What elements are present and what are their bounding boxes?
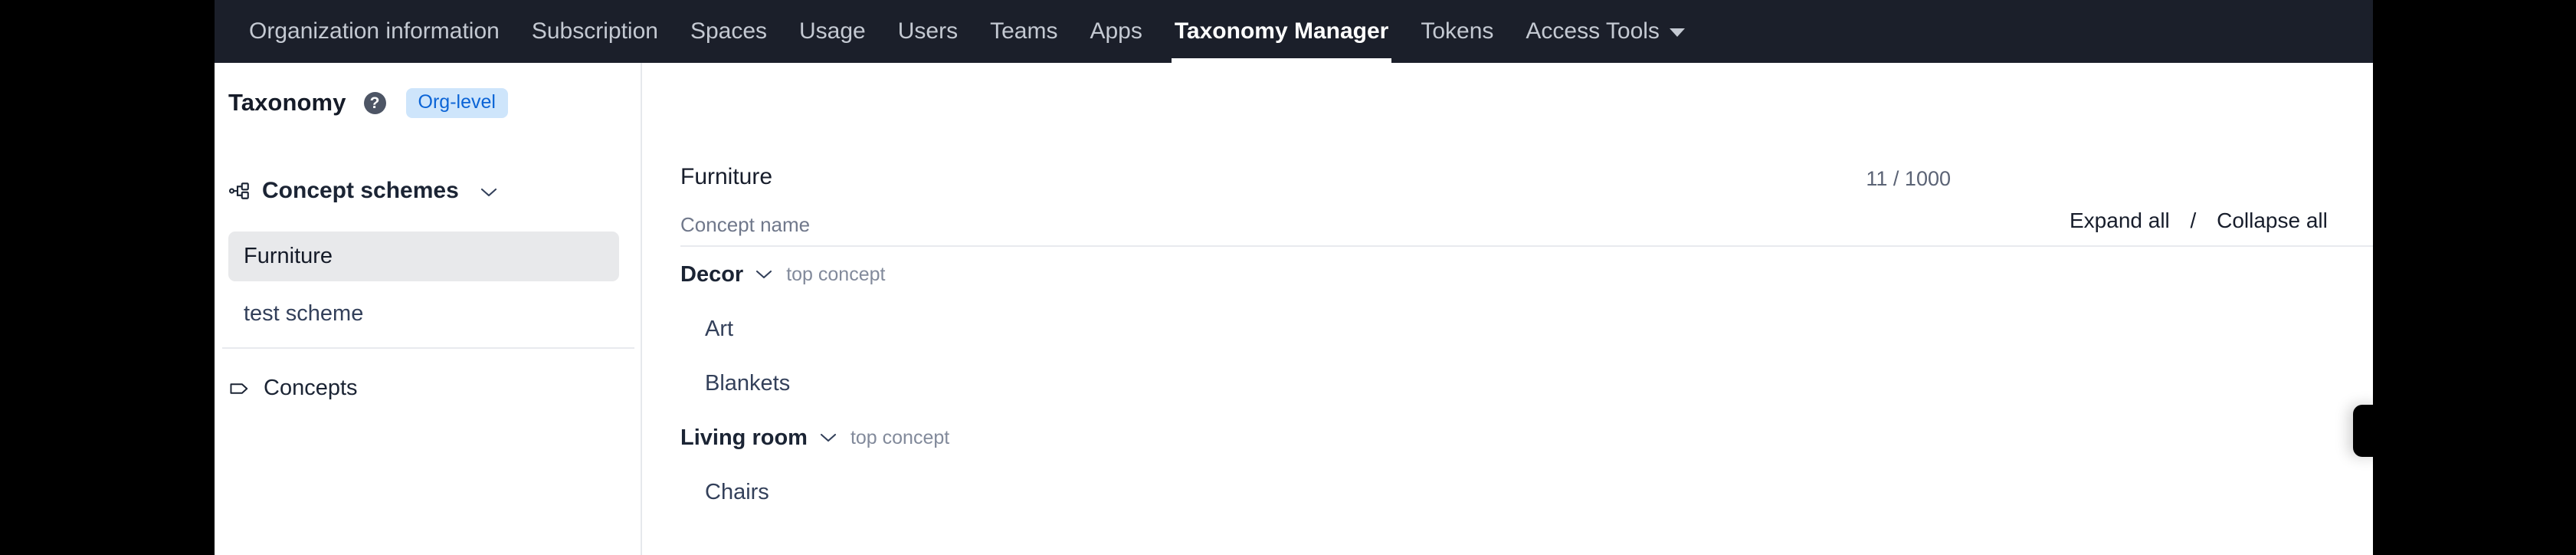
tree-row[interactable]: Blankets: [680, 369, 2373, 397]
status-badge: Org-level: [405, 87, 508, 118]
nav-item-label: Users: [897, 18, 959, 44]
concept-count: 11 / 1000: [1866, 167, 1951, 190]
nav-item-label: Spaces: [690, 18, 768, 44]
collapse-all-link[interactable]: Collapse all: [2217, 209, 2328, 232]
concept-name[interactable]: Decor: [680, 262, 743, 287]
concept-tree: Decor top concept Art Blankets Living room to…: [680, 261, 2373, 533]
sidebar-item-label: Concepts: [264, 376, 358, 400]
nav-item-tokens[interactable]: Tokens: [1404, 0, 1509, 63]
nav-item-teams[interactable]: Teams: [974, 0, 1073, 63]
nav-item-label: Tokens: [1421, 18, 1494, 44]
page-title: Taxonomy: [228, 89, 346, 116]
nav-item-label: Taxonomy Manager: [1174, 18, 1389, 44]
nav-item-label: Access Tools: [1526, 18, 1660, 44]
help-circle-icon[interactable]: ?: [363, 91, 386, 114]
nav-item-usage[interactable]: Usage: [783, 0, 882, 63]
hierarchy-icon: [228, 179, 251, 202]
scheme-title: Furniture: [680, 164, 773, 189]
concept-schemes-section-header[interactable]: Concept schemes: [228, 178, 499, 204]
top-concept-tag: top concept: [850, 426, 950, 448]
tag-icon: [228, 377, 251, 400]
nav-item-apps[interactable]: Apps: [1073, 0, 1158, 63]
concept-name[interactable]: Chairs: [705, 480, 769, 505]
top-navigation-bar: Organization information Subscription Spac…: [215, 0, 2373, 63]
nav-item-access-tools[interactable]: Access Tools: [1509, 0, 1701, 63]
tree-row[interactable]: Decor top concept: [680, 261, 2373, 288]
taxonomy-sidebar: Taxonomy ? Org-level Concept schemes Fur…: [215, 63, 642, 555]
nav-item-users[interactable]: Users: [882, 0, 974, 63]
sidebar-divider: [222, 347, 634, 349]
nav-item-label: Organization information: [249, 18, 500, 44]
separator: /: [2190, 209, 2197, 232]
header-divider: [680, 245, 2373, 247]
sidebar-header: Taxonomy ? Org-level: [228, 87, 508, 118]
chevron-down-icon[interactable]: [479, 186, 499, 199]
edge-drawer-handle[interactable]: [2353, 405, 2373, 457]
nav-item-label: Teams: [990, 18, 1058, 44]
expand-all-link[interactable]: Expand all: [2070, 209, 2170, 232]
concept-name[interactable]: Blankets: [705, 371, 790, 396]
sidebar-item-concepts[interactable]: Concepts: [228, 369, 373, 407]
tree-row[interactable]: Living room top concept: [680, 424, 2373, 452]
concept-name[interactable]: Living room: [680, 425, 808, 451]
chevron-down-icon[interactable]: [818, 432, 838, 444]
sidebar-item-test-scheme[interactable]: test scheme: [228, 289, 619, 339]
nav-item-label: Subscription: [531, 18, 658, 44]
nav-item-spaces[interactable]: Spaces: [674, 0, 783, 63]
tree-row[interactable]: Chairs: [680, 478, 2373, 506]
nav-item-organization-information[interactable]: Organization information: [233, 0, 516, 63]
nav-item-taxonomy-manager[interactable]: Taxonomy Manager: [1159, 0, 1405, 63]
chevron-down-icon[interactable]: [754, 268, 774, 281]
nav-item-label: Usage: [799, 18, 866, 44]
nav-item-label: Apps: [1090, 18, 1142, 44]
chevron-down-icon[interactable]: [1669, 28, 1685, 37]
main-content: Furniture 11 / 1000 + Top concept Concep…: [644, 63, 2373, 555]
column-header-concept-name: Concept name: [680, 213, 811, 236]
tree-row[interactable]: Art: [680, 315, 2373, 343]
sidebar-item-furniture[interactable]: Furniture: [228, 232, 619, 281]
concept-schemes-label: Concept schemes: [262, 178, 459, 203]
top-concept-tag: top concept: [786, 263, 886, 285]
browser-viewport: Organization information Subscription Spac…: [215, 0, 2373, 555]
nav-item-subscription[interactable]: Subscription: [516, 0, 674, 63]
expand-collapse-controls: Expand all / Collapse all: [2070, 209, 2328, 233]
concept-name[interactable]: Art: [705, 317, 733, 342]
